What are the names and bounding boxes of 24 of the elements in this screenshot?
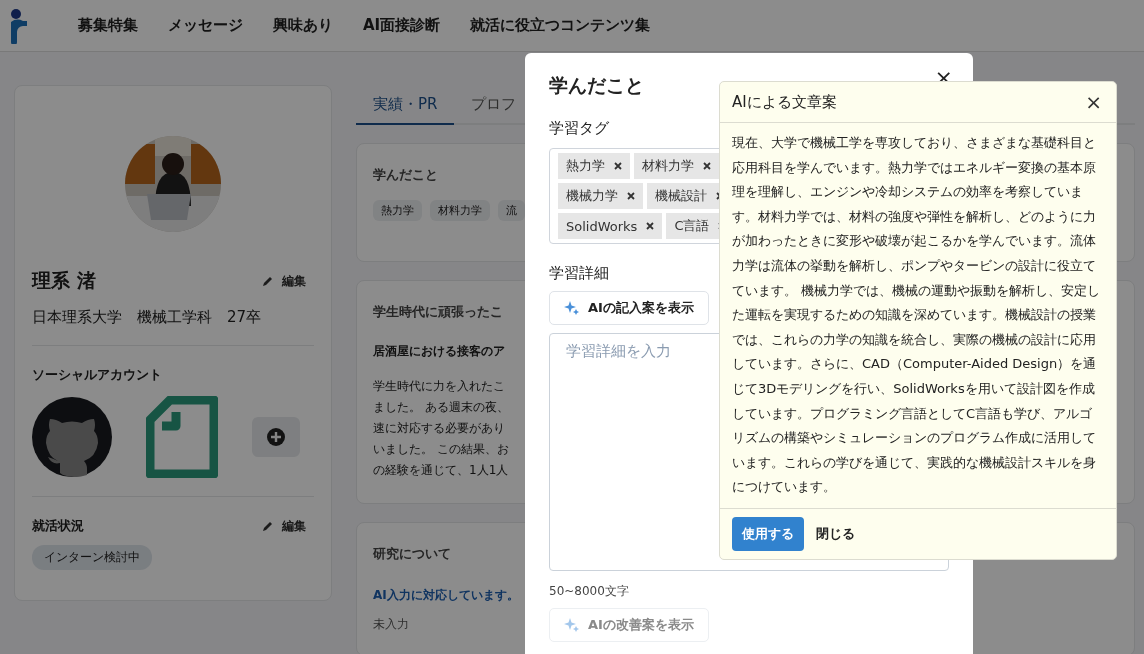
tag: SolidWorks (558, 213, 663, 239)
section-title: 就活状況 (32, 517, 84, 535)
card-value: 未入力 (373, 616, 409, 633)
user-name: 理系 渚 (32, 268, 96, 293)
section-title: ソーシャルアカウント (32, 366, 163, 384)
card-text: 学生時代に力を入れたこ ました。 ある週末の夜、 速に対応する必要があり いました。 この結果、お の経験を通じて、1人1人 (373, 378, 509, 479)
affiliation-text: 日本理系大学 機械工学科 27卒 (32, 308, 263, 327)
card-heading: 居酒屋における接客のア (373, 343, 505, 360)
card-title: 学生時代に頑張ったこ (373, 303, 503, 321)
field-label: 学習詳細 (549, 264, 609, 283)
tag: 熱力学 (558, 153, 630, 179)
char-count-hint: 50~8000文字 (549, 583, 629, 600)
popover-title: AIによる文章案 (732, 92, 837, 112)
field-label: 学習タグ (549, 119, 609, 138)
tag: 機械力学 (558, 183, 643, 209)
tag: 流 (498, 200, 525, 221)
tag: 熱力学 (373, 200, 422, 221)
card-title: 研究について (373, 545, 451, 563)
tag: 材料力学 (634, 153, 719, 179)
status-chip: インターン検討中 (32, 545, 152, 570)
ai-notice: AI入力に対応しています。 (373, 587, 519, 604)
modal-title: 学んだこと (549, 73, 644, 98)
tag: 材料力学 (430, 200, 490, 221)
card-title: 学んだこと (373, 166, 438, 184)
